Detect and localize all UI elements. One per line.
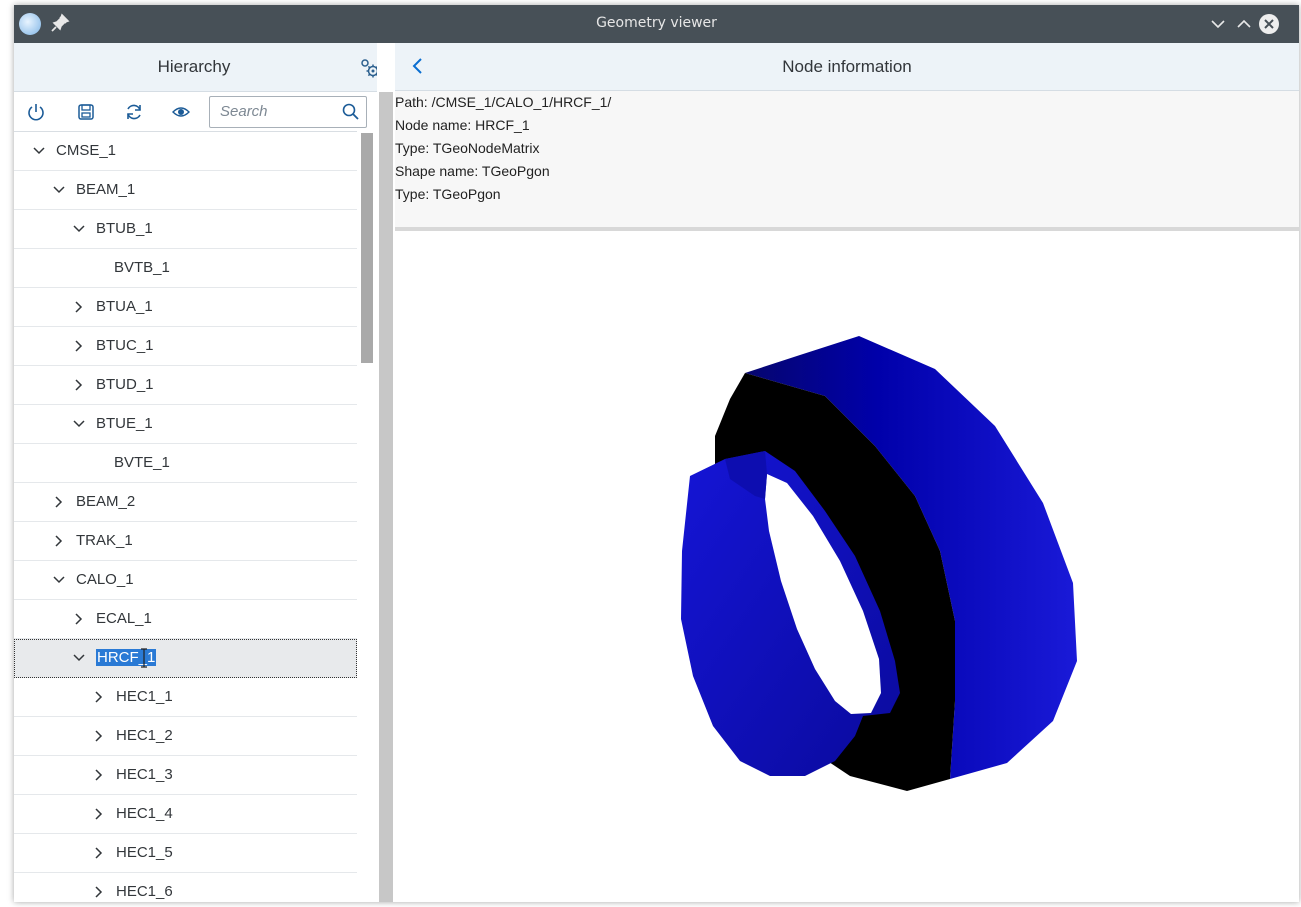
chevron-right-icon[interactable]: [72, 300, 86, 314]
tree-row-label: CALO_1: [76, 571, 134, 588]
hierarchy-panel: Hierarchy Search CMSE_1 BEAM_1 BTUB_1 BV…: [14, 43, 395, 902]
window-title: Geometry viewer: [596, 15, 717, 31]
node-type: Type: TGeoNodeMatrix: [395, 140, 540, 156]
tree-row-label: HEC1_6: [116, 883, 173, 900]
tree-row-label: BTUA_1: [96, 298, 153, 315]
node-info-panel: Node information Path: /CMSE_1/CALO_1/HR…: [395, 43, 1299, 902]
save-icon[interactable]: [75, 101, 97, 123]
chevron-right-icon[interactable]: [52, 534, 66, 548]
hierarchy-header: Hierarchy: [14, 43, 395, 92]
tree-row[interactable]: HEC1_3: [14, 756, 357, 795]
tree-row[interactable]: HEC1_4: [14, 795, 357, 834]
tree-row[interactable]: BTUA_1: [14, 288, 357, 327]
chevron-down-icon[interactable]: [72, 651, 86, 665]
tree-row[interactable]: BTUD_1: [14, 366, 357, 405]
chevron-right-icon[interactable]: [92, 768, 106, 782]
node-name: Node name: HRCF_1: [395, 117, 530, 133]
tree-row[interactable]: HEC1_6: [14, 873, 357, 903]
splitter-bar[interactable]: [379, 92, 393, 902]
chevron-down-icon[interactable]: [32, 144, 46, 158]
tree-row-label: BEAM_1: [76, 181, 136, 198]
tree-row[interactable]: HRCF_1: [14, 639, 357, 678]
hierarchy-title: Hierarchy: [157, 57, 231, 76]
shape-name: Shape name: TGeoPgon: [395, 163, 550, 179]
tree-row[interactable]: BVTB_1: [14, 249, 357, 288]
minimize-icon[interactable]: [1207, 13, 1229, 35]
tree-row[interactable]: BTUC_1: [14, 327, 357, 366]
chevron-right-icon[interactable]: [72, 339, 86, 353]
tree-row-label: TRAK_1: [76, 532, 133, 549]
maximize-icon[interactable]: [1233, 13, 1255, 35]
geometry-viewer-window: Geometry viewer Hierarchy Search CMSE_1 …: [14, 5, 1299, 902]
tree-row[interactable]: BTUB_1: [14, 210, 357, 249]
tree-row-label: BVTE_1: [114, 454, 170, 471]
shape-type: Type: TGeoPgon: [395, 186, 501, 202]
tree-row[interactable]: HEC1_5: [14, 834, 357, 873]
tree-row-label: HEC1_1: [116, 688, 173, 705]
tree-row-label: BEAM_2: [76, 493, 136, 510]
tree-row[interactable]: BVTE_1: [14, 444, 357, 483]
scrollbar-thumb[interactable]: [361, 133, 373, 363]
search-input[interactable]: [210, 97, 340, 125]
tree-scrollbar[interactable]: [357, 132, 377, 902]
search-icon[interactable]: [341, 102, 361, 122]
chevron-down-icon[interactable]: [52, 573, 66, 587]
tree-row[interactable]: CALO_1: [14, 561, 357, 600]
close-icon[interactable]: [1258, 13, 1280, 35]
hierarchy-toolbar: [14, 92, 395, 132]
tree-row-label: BTUE_1: [96, 415, 153, 432]
hierarchy-tree: CMSE_1 BEAM_1 BTUB_1 BVTB_1 BTUA_1 BTUC_1 BTUD…: [14, 131, 357, 903]
tree-row-label: BTUB_1: [96, 220, 153, 237]
tree-row[interactable]: HEC1_2: [14, 717, 357, 756]
tree-row[interactable]: HEC1_1: [14, 678, 357, 717]
tree-row-label: HEC1_2: [116, 727, 173, 744]
tree-row[interactable]: BTUE_1: [14, 405, 357, 444]
chevron-right-icon[interactable]: [92, 807, 106, 821]
tree-row-label: BVTB_1: [114, 259, 170, 276]
panel-splitter[interactable]: [377, 43, 395, 902]
tree-row[interactable]: BEAM_2: [14, 483, 357, 522]
tree-row-label: HEC1_4: [116, 805, 173, 822]
tree-row-label: ECAL_1: [96, 610, 152, 627]
chevron-right-icon[interactable]: [92, 846, 106, 860]
tree-row-label: BTUC_1: [96, 337, 154, 354]
chevron-right-icon[interactable]: [92, 885, 106, 899]
tree-row-label: BTUD_1: [96, 376, 154, 393]
tree-row[interactable]: CMSE_1: [14, 132, 357, 171]
tree-row-label: CMSE_1: [56, 142, 117, 159]
geometry-3d-viewer[interactable]: [395, 231, 1299, 902]
power-icon[interactable]: [25, 101, 47, 123]
pgon-shape-render[interactable]: [395, 231, 1299, 902]
node-info-header: Node information: [395, 43, 1299, 91]
chevron-right-icon[interactable]: [72, 612, 86, 626]
chevron-right-icon[interactable]: [52, 495, 66, 509]
chevron-right-icon[interactable]: [72, 378, 86, 392]
chevron-right-icon[interactable]: [92, 729, 106, 743]
tree-row-label: HEC1_5: [116, 844, 173, 861]
chevron-down-icon[interactable]: [52, 183, 66, 197]
tree-row-label: HEC1_3: [116, 766, 173, 783]
tree-row[interactable]: ECAL_1: [14, 600, 357, 639]
text-cursor-icon: [141, 648, 147, 668]
node-path: Path: /CMSE_1/CALO_1/HRCF_1/: [395, 94, 612, 110]
chevron-right-icon[interactable]: [92, 690, 106, 704]
title-bar: Geometry viewer: [14, 5, 1299, 43]
chevron-down-icon[interactable]: [72, 417, 86, 431]
eye-icon[interactable]: [170, 101, 192, 123]
tree-row[interactable]: TRAK_1: [14, 522, 357, 561]
chevron-down-icon[interactable]: [72, 222, 86, 236]
node-details: Path: /CMSE_1/CALO_1/HRCF_1/ Node name: …: [395, 91, 1299, 231]
node-info-title: Node information: [782, 57, 912, 76]
reload-icon[interactable]: [123, 101, 145, 123]
tree-row[interactable]: BEAM_1: [14, 171, 357, 210]
search-field[interactable]: [209, 96, 367, 128]
